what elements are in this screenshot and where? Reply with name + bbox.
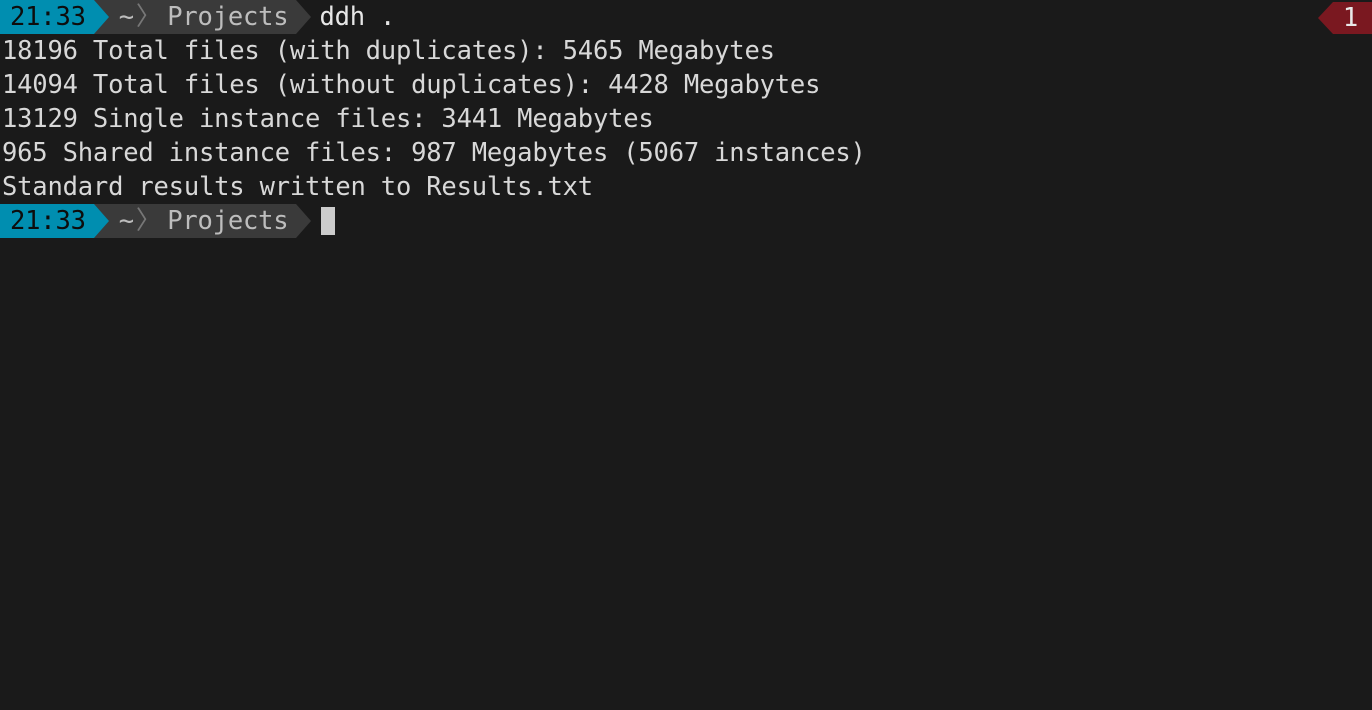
prompt-row-1: 21:33 ~ 〉 Projects ddh . xyxy=(0,0,1372,34)
cursor-block-icon[interactable] xyxy=(321,207,335,235)
badge-arrow-left-icon xyxy=(1318,2,1333,34)
segment-separator-icon xyxy=(94,0,109,34)
prompt-row-2[interactable]: 21:33 ~ 〉 Projects xyxy=(0,204,1372,238)
output-line: 18196 Total files (with duplicates): 546… xyxy=(0,34,1372,68)
prompt-path-segment: ~ 〉 Projects xyxy=(109,0,297,34)
command-text: ddh . xyxy=(311,0,395,34)
prompt-time-segment: 21:33 xyxy=(0,204,94,238)
prompt-time-segment: 21:33 xyxy=(0,0,94,34)
segment-separator-icon xyxy=(94,204,109,238)
path-separator-icon: 〉 xyxy=(134,0,167,34)
segment-separator-icon xyxy=(296,204,311,238)
prompt-dir: Projects xyxy=(167,0,288,34)
segment-separator-icon xyxy=(296,0,311,34)
prompt-time: 21:33 xyxy=(10,204,86,238)
prompt-home: ~ xyxy=(119,204,134,238)
output-line: 965 Shared instance files: 987 Megabytes… xyxy=(0,136,1372,170)
prompt-time: 21:33 xyxy=(10,0,86,34)
prompt-path-segment: ~ 〉 Projects xyxy=(109,204,297,238)
prompt-dir: Projects xyxy=(167,204,288,238)
terminal-window[interactable]: 1 21:33 ~ 〉 Projects ddh . 18196 Total f… xyxy=(0,0,1372,710)
path-separator-icon: 〉 xyxy=(134,204,167,238)
output-line: 14094 Total files (without duplicates): … xyxy=(0,68,1372,102)
exit-status-value: 1 xyxy=(1333,2,1372,34)
output-line: Standard results written to Results.txt xyxy=(0,170,1372,204)
output-line: 13129 Single instance files: 3441 Megaby… xyxy=(0,102,1372,136)
exit-status-badge: 1 xyxy=(1318,2,1372,34)
prompt-home: ~ xyxy=(119,0,134,34)
